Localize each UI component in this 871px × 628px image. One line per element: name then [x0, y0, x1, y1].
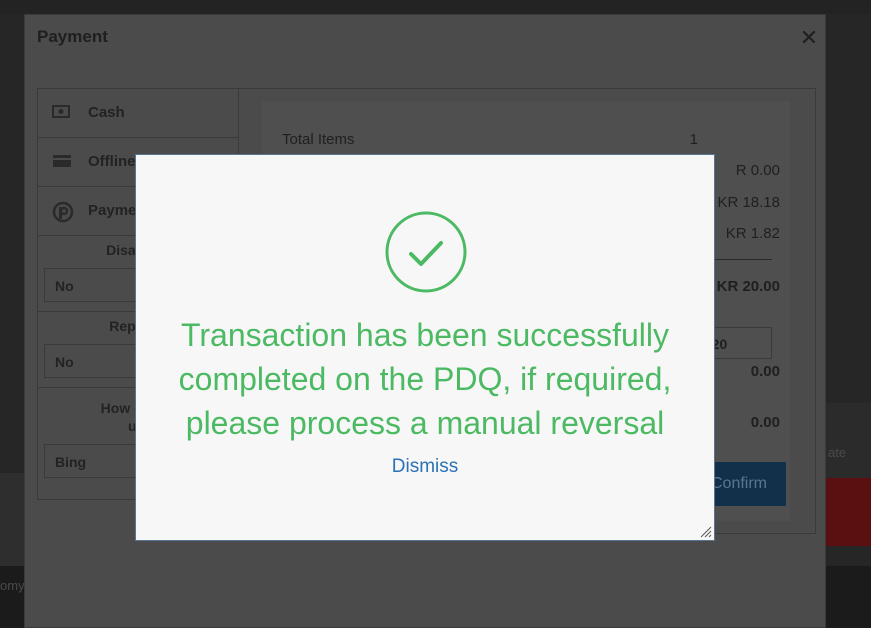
confirm-button[interactable]: Confirm: [711, 462, 786, 506]
resize-grip-icon[interactable]: [700, 526, 712, 538]
check-circle-icon: [385, 211, 467, 293]
close-icon[interactable]: ✕: [799, 25, 819, 51]
summary-total-value: KR 20.00: [716, 278, 780, 295]
payment-icon: [52, 201, 74, 223]
payment-method-cash[interactable]: Cash: [38, 89, 238, 138]
cash-icon: [52, 103, 72, 121]
payment-method-label: Payme: [88, 202, 137, 219]
summary-value: 0.00: [750, 414, 780, 431]
dismiss-button[interactable]: Dismiss: [136, 456, 714, 478]
summary-value: KR 1.82: [725, 225, 780, 242]
summary-value: KR 18.18: [717, 194, 780, 211]
summary-label: Total Items: [282, 131, 355, 148]
payment-method-label: Cash: [88, 104, 125, 121]
summary-value: 0.00: [750, 363, 780, 380]
payment-modal-title: Payment: [37, 27, 108, 46]
background-top-strip: [0, 0, 871, 14]
background-red-button: [826, 478, 871, 546]
summary-row-total-items: Total Items 1: [282, 131, 780, 148]
card-icon: [52, 152, 72, 170]
background-right-text: ate: [828, 445, 847, 460]
alert-message: Transaction has been successfully comple…: [178, 317, 672, 441]
background-left-strip: [0, 473, 25, 566]
alert-dialog: Transaction has been successfully comple…: [135, 154, 715, 541]
background-bottom-text: omy: [0, 578, 25, 593]
summary-value: 1: [689, 131, 698, 148]
payment-method-label: Offline: [88, 153, 136, 170]
summary-value: R 0.00: [735, 162, 780, 179]
